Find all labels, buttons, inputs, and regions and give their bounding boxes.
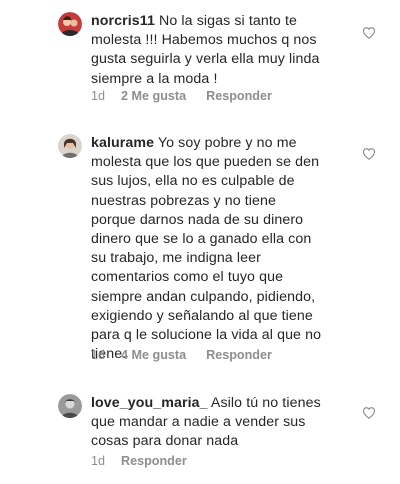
heart-outline-icon[interactable]: [362, 406, 376, 420]
comment-age: 1d: [91, 89, 106, 103]
comment-meta: 1d 4 Me gusta Responder: [91, 348, 272, 362]
comment-age: 1d: [91, 348, 106, 362]
comment-username[interactable]: love_you_maria_: [91, 395, 208, 411]
likes-count-button[interactable]: 2 Me gusta: [121, 89, 186, 103]
reply-button[interactable]: Responder: [121, 454, 187, 468]
comment-text: norcris11 No la sigas si tanto te molest…: [91, 12, 353, 89]
comment-text: kalurame Yo soy pobre y no me molesta qu…: [91, 134, 353, 364]
comment-meta: 1d Responder: [91, 454, 187, 468]
comment-text: love_you_maria_ Asilo tú no tienes que m…: [91, 394, 353, 452]
reply-button[interactable]: Responder: [206, 89, 272, 103]
comment-body: Yo soy pobre y no me molesta que los que…: [91, 135, 322, 363]
comment-username[interactable]: kalurame: [91, 135, 154, 151]
likes-count-button[interactable]: 4 Me gusta: [121, 348, 186, 362]
reply-button[interactable]: Responder: [206, 348, 272, 362]
avatar-icon[interactable]: [58, 394, 82, 418]
comment-meta: 1d 2 Me gusta Responder: [91, 89, 272, 103]
comment-age: 1d: [91, 454, 106, 468]
avatar-icon[interactable]: [58, 12, 82, 36]
avatar-icon[interactable]: [58, 134, 82, 158]
heart-outline-icon[interactable]: [362, 26, 376, 40]
comment-username[interactable]: norcris11: [91, 13, 155, 29]
heart-outline-icon[interactable]: [362, 147, 376, 161]
